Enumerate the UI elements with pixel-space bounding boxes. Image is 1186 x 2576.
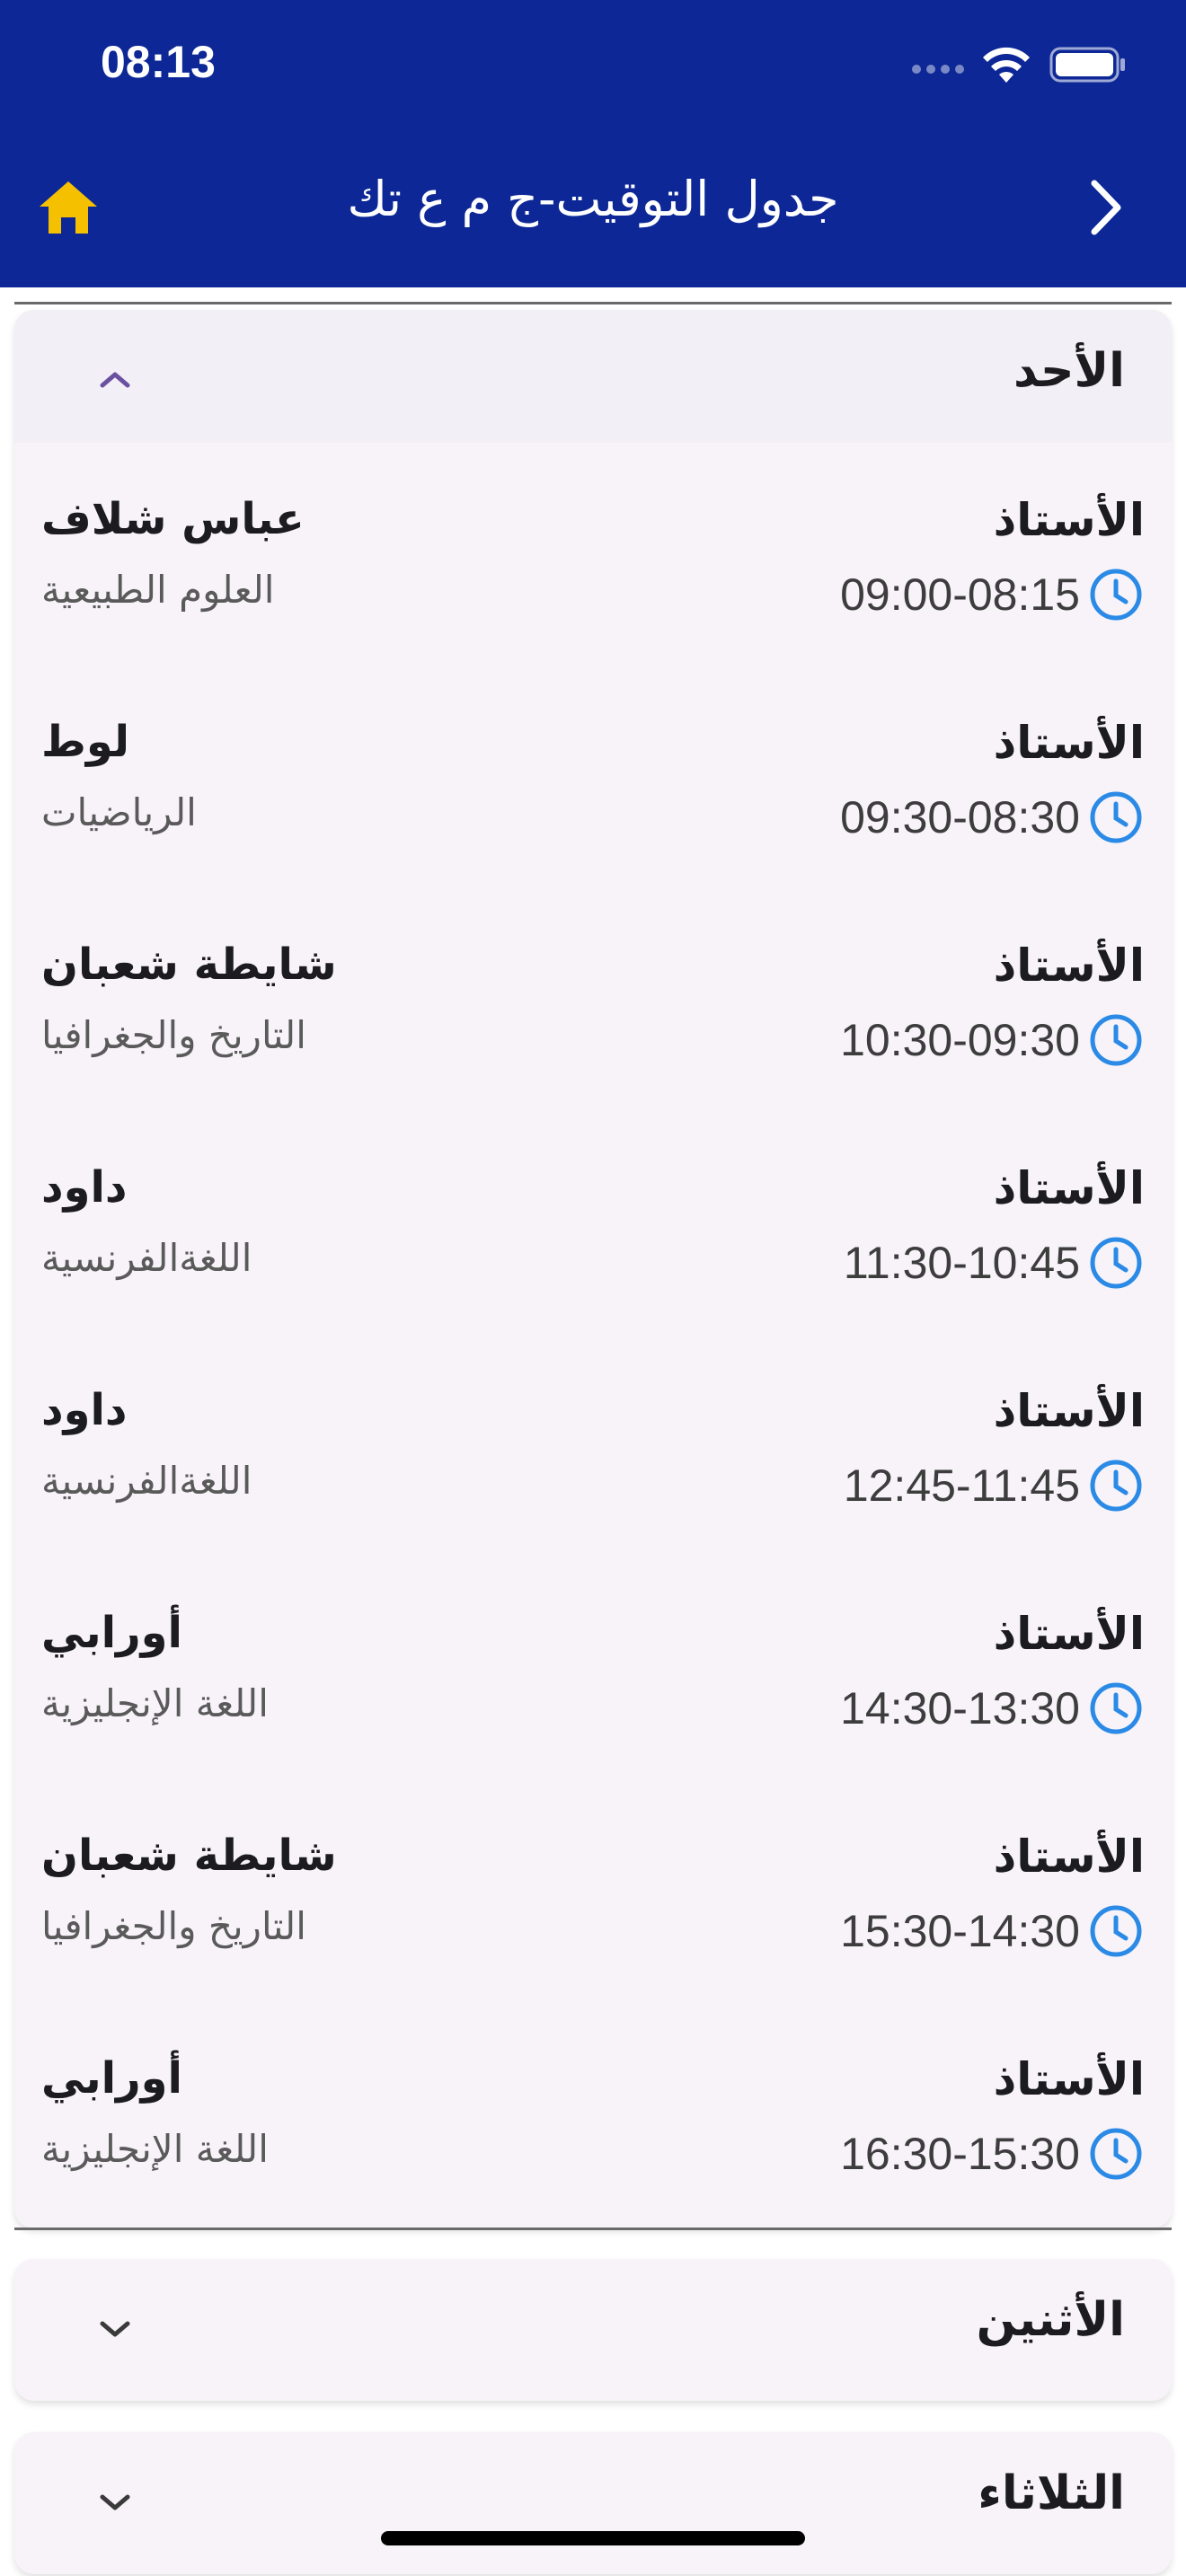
time-text: 16:30-15:30	[840, 2129, 1080, 2179]
subject-text: التاريخ والجغرافيا	[41, 1904, 306, 1948]
day-card-tuesday[interactable]: الثلاثاء	[14, 2432, 1172, 2574]
chevron-right-icon[interactable]	[1078, 176, 1132, 239]
signal-icon	[912, 65, 964, 74]
battery-icon	[1049, 47, 1125, 83]
day-title: الأثنين	[976, 2293, 1125, 2347]
clock-icon	[1090, 791, 1142, 843]
clock-icon	[1090, 2128, 1142, 2180]
page-title: جدول التوقيت-ج م ع تك	[347, 171, 839, 227]
clock-icon	[1090, 1682, 1142, 1734]
home-icon[interactable]	[36, 178, 101, 237]
chevron-down-icon[interactable]	[95, 2490, 135, 2517]
day-title: الثلاثاء	[978, 2466, 1125, 2520]
divider-line	[14, 2228, 1172, 2230]
time-text: 09:30-08:30	[840, 792, 1080, 842]
teacher-label: الأستاذ	[993, 2053, 1145, 2105]
time-text: 10:30-09:30	[840, 1015, 1080, 1065]
teacher-label: الأستاذ	[993, 1385, 1145, 1437]
teacher-label: الأستاذ	[993, 940, 1145, 992]
subject-text: التاريخ والجغرافيا	[41, 1013, 306, 1057]
teacher-name: لوط	[41, 717, 129, 767]
clock-icon	[1090, 1014, 1142, 1066]
time-text: 11:30-10:45	[843, 1238, 1080, 1288]
schedule-entry[interactable]: الأستاذ داود 11:30-10:45 اللغةالفرنسية	[14, 1162, 1172, 1385]
clock-icon	[1090, 569, 1142, 621]
time-range: 11:30-10:45	[844, 1234, 1145, 1292]
time-text: 09:00-08:15	[840, 569, 1080, 620]
time-range: 15:30-14:30	[840, 1902, 1145, 1960]
teacher-label: الأستاذ	[993, 717, 1145, 769]
subject-text: اللغةالفرنسية	[41, 1236, 252, 1280]
time-range: 09:00-08:15	[840, 566, 1145, 623]
teacher-name: أورابي	[41, 1608, 182, 1658]
subject-text: العلوم الطبيعية	[41, 568, 275, 612]
time-text: 14:30-13:30	[840, 1683, 1080, 1734]
teacher-name: شايطة شعبان	[41, 1831, 337, 1881]
time-range: 12:45-11:45	[844, 1457, 1145, 1514]
teacher-name: شايطة شعبان	[41, 940, 337, 990]
chevron-down-icon[interactable]	[95, 2316, 135, 2343]
time-range: 16:30-15:30	[840, 2125, 1145, 2183]
schedule-entry[interactable]: الأستاذ أورابي 14:30-13:30 اللغة الإنجلي…	[14, 1608, 1172, 1831]
subject-text: الرياضيات	[41, 790, 197, 834]
day-title: الأحد	[1013, 344, 1125, 398]
time-text: 12:45-11:45	[843, 1460, 1080, 1511]
divider-line	[14, 302, 1172, 304]
day-header-sunday[interactable]: الأحد	[14, 310, 1172, 443]
subject-text: اللغة الإنجليزية	[41, 1681, 269, 1725]
time-range: 14:30-13:30	[840, 1680, 1145, 1737]
clock-icon	[1090, 1237, 1142, 1289]
clock-icon	[1090, 1460, 1142, 1512]
teacher-name: عباس شلاف	[41, 494, 305, 544]
home-indicator	[381, 2531, 805, 2545]
teacher-label: الأستاذ	[993, 494, 1145, 546]
day-card-monday[interactable]: الأثنين	[14, 2259, 1172, 2401]
time-range: 09:30-08:30	[840, 789, 1145, 846]
schedule-entry[interactable]: الأستاذ عباس شلاف 09:00-08:15 العلوم الط…	[14, 494, 1172, 717]
app-header: 08:13 جدول التوقيت-ج م ع تك	[0, 0, 1186, 287]
time-text: 15:30-14:30	[840, 1906, 1080, 1956]
subject-text: اللغةالفرنسية	[41, 1459, 252, 1503]
time-range: 10:30-09:30	[840, 1011, 1145, 1069]
chevron-up-icon[interactable]	[95, 366, 135, 393]
teacher-label: الأستاذ	[993, 1831, 1145, 1883]
teacher-name: داود	[41, 1162, 128, 1213]
schedule-entry[interactable]: الأستاذ أورابي 16:30-15:30 اللغة الإنجلي…	[14, 2053, 1172, 2276]
subject-text: اللغة الإنجليزية	[41, 2127, 269, 2171]
status-time: 08:13	[101, 37, 216, 87]
schedule-entry[interactable]: الأستاذ شايطة شعبان 15:30-14:30 التاريخ …	[14, 1831, 1172, 2053]
teacher-name: أورابي	[41, 2053, 182, 2104]
clock-icon	[1090, 1905, 1142, 1957]
teacher-label: الأستاذ	[993, 1162, 1145, 1214]
schedule-entry[interactable]: الأستاذ لوط 09:30-08:30 الرياضيات	[14, 717, 1172, 940]
day-card-sunday: الأحد الأستاذ عباس شلاف 09:00-08:15 العل…	[14, 310, 1172, 2228]
teacher-name: داود	[41, 1385, 128, 1435]
teacher-label: الأستاذ	[993, 1608, 1145, 1660]
wifi-icon	[983, 47, 1030, 83]
schedule-entry[interactable]: الأستاذ شايطة شعبان 10:30-09:30 التاريخ …	[14, 940, 1172, 1162]
schedule-entry[interactable]: الأستاذ داود 12:45-11:45 اللغةالفرنسية	[14, 1385, 1172, 1608]
